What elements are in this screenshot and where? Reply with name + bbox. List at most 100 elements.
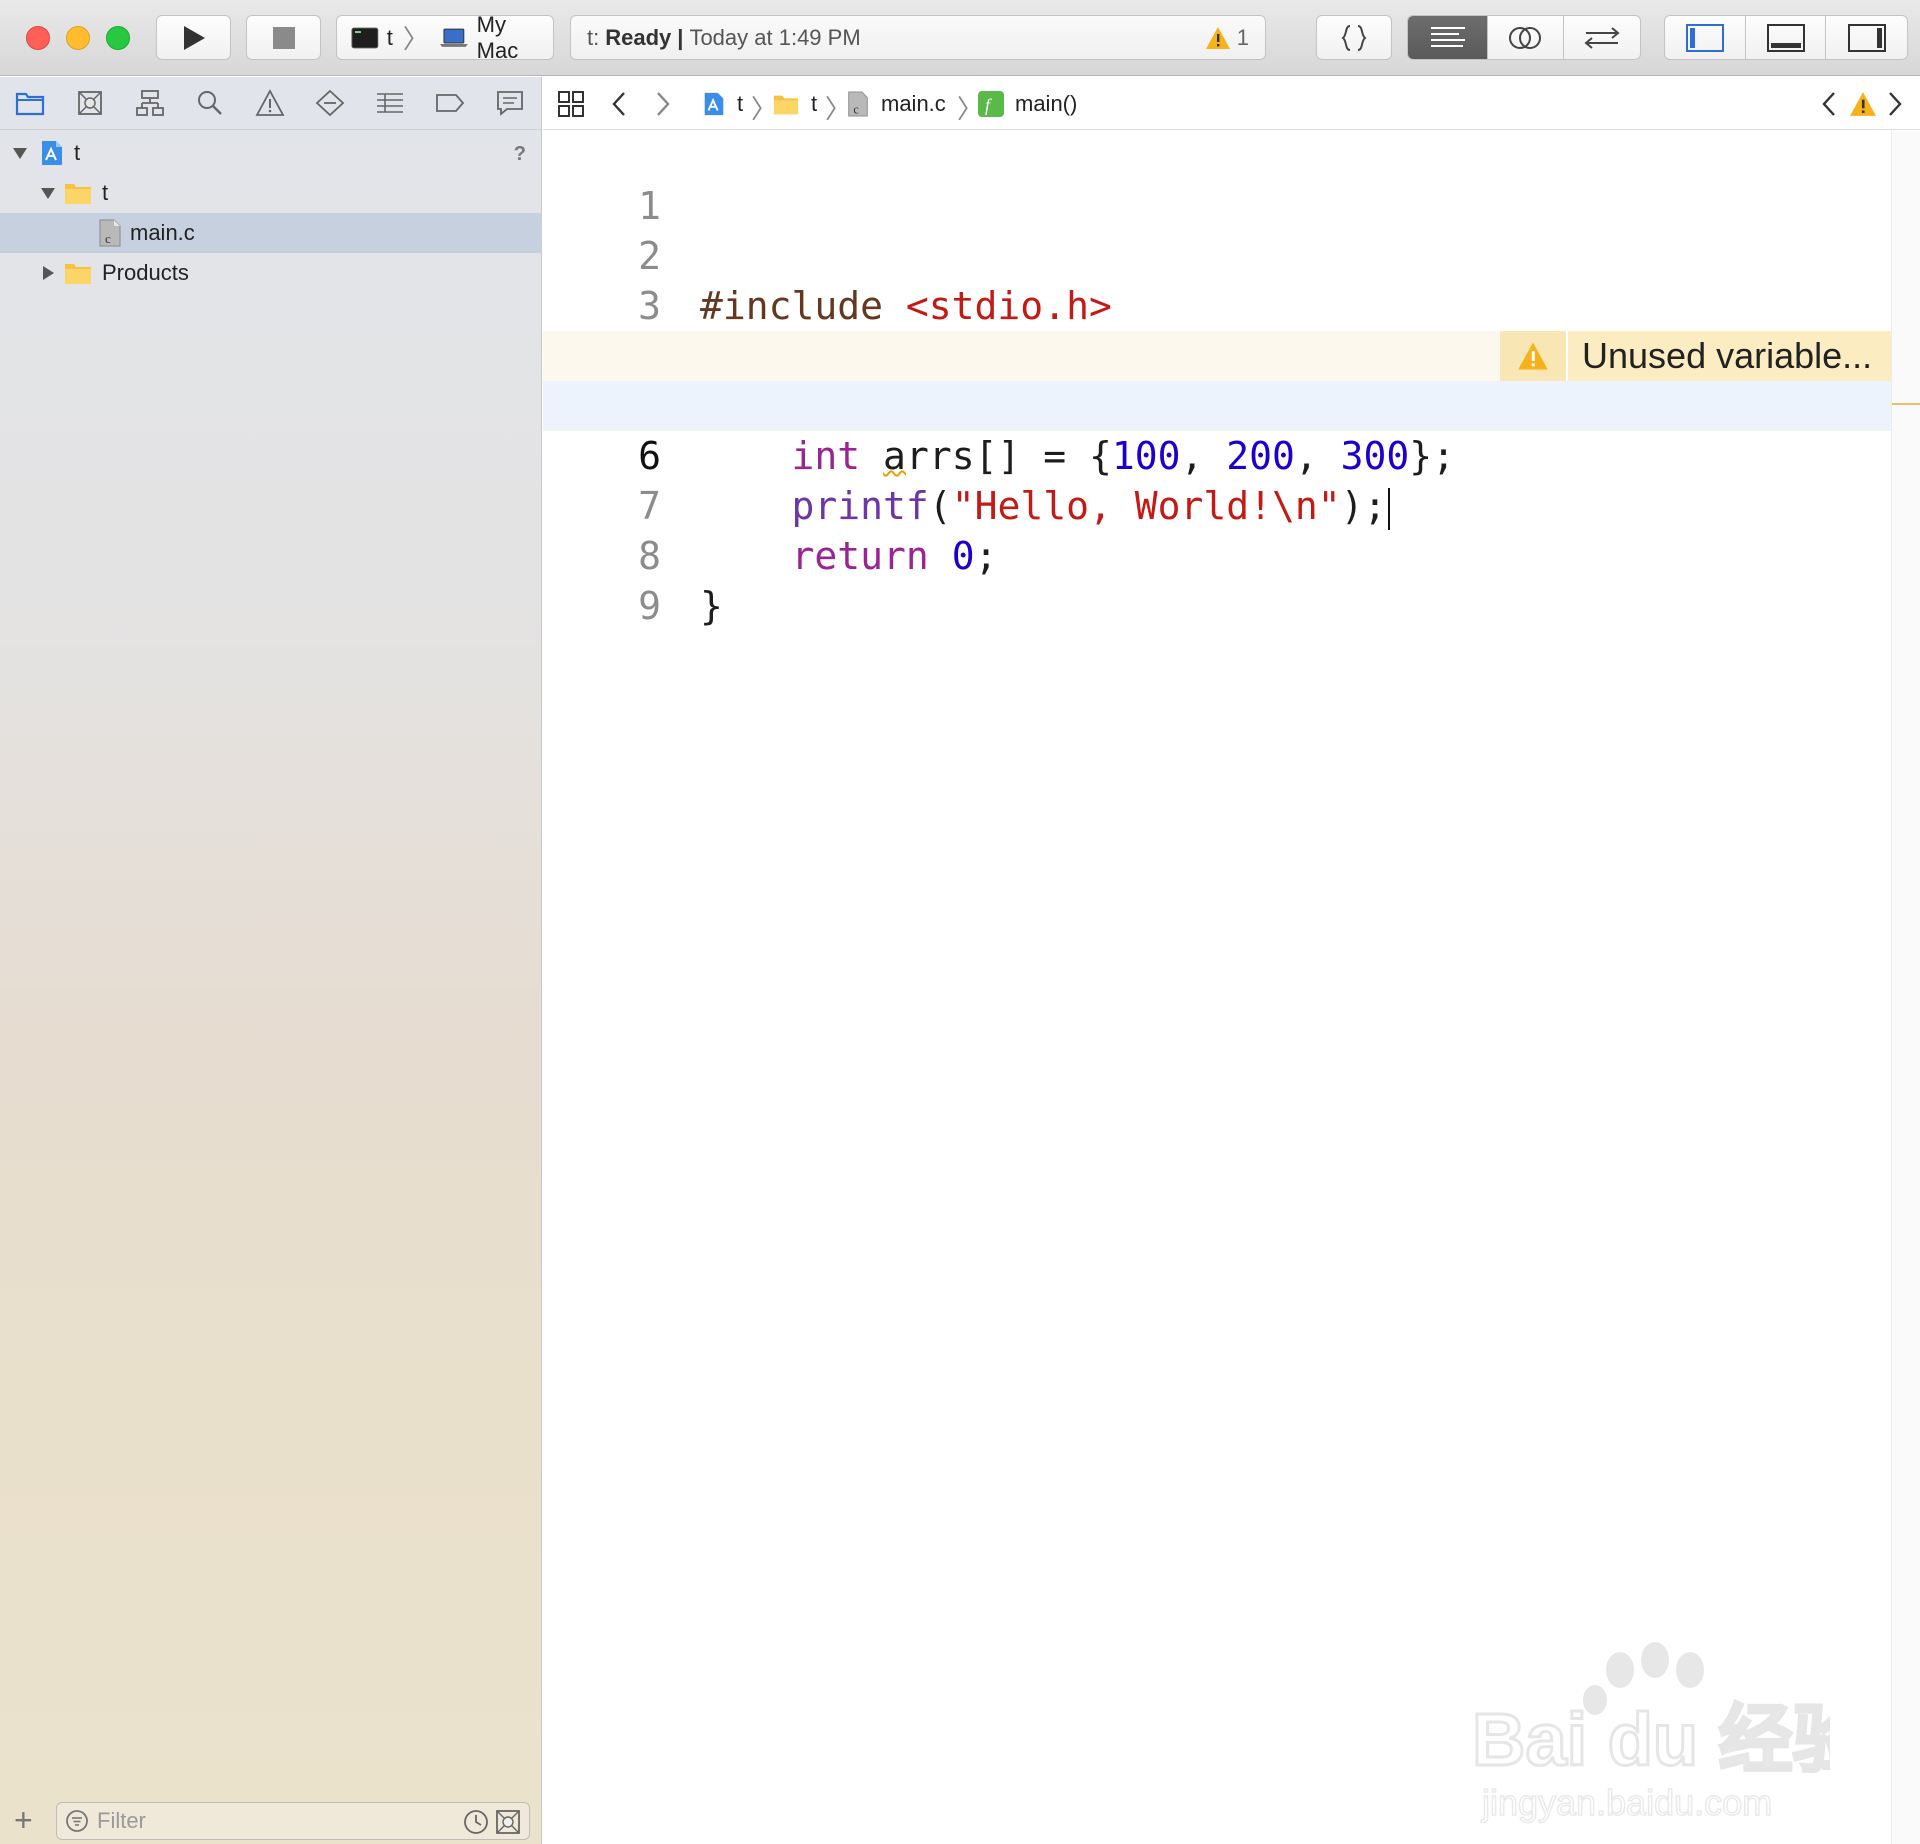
scheme-target: t [386,24,393,50]
braces-icon [1317,16,1391,59]
breadcrumb-file[interactable]: c main.c [845,77,946,130]
breadcrumb-folder[interactable]: t [771,77,817,130]
tab-test-navigator[interactable] [300,77,360,130]
activity-status: Ready [605,24,672,50]
stop-button[interactable] [246,15,321,60]
navigator-filter-bar: + [0,1796,542,1844]
warning-icon [1518,342,1548,370]
code-line: 1 [543,131,1891,228]
tree-item-label: t [74,140,81,165]
source-control-icon [78,91,102,115]
scheme-separator: 〉 [402,24,429,54]
minimize-window-button[interactable] [66,26,90,50]
jump-bar: t 〉 t 〉 c main.c 〉 f main() [543,77,1920,130]
tab-issue-navigator[interactable] [240,77,300,130]
tree-item-project[interactable]: t ? [0,133,542,173]
chevron-right-icon [1889,91,1902,116]
code-line: 4 int main() { [543,281,1891,428]
disclosure-collapsed-icon[interactable] [40,265,56,281]
help-icon[interactable]: ? [514,143,526,166]
tree-item-folder[interactable]: t [0,173,542,213]
tree-item-label: main.c [130,220,195,245]
laptop-icon [439,28,468,47]
code-line: 8 } [543,481,1891,628]
breadcrumb-project[interactable]: t [701,77,743,130]
standard-editor-button[interactable] [1408,16,1488,59]
navigator-tab-bar [0,77,542,130]
breadcrumb-label: t [811,90,818,116]
svg-text:c: c [105,231,111,246]
assistant-editor-button[interactable] [1487,16,1562,59]
filter-field[interactable] [56,1802,530,1840]
right-panel-icon [1847,23,1886,52]
source-control-filter-icon[interactable] [495,1809,521,1835]
issue-indicator[interactable] [1849,77,1877,130]
project-icon [704,92,724,115]
disclosure-expanded-icon[interactable] [12,145,28,161]
tree-item-file[interactable]: c main.c [0,213,542,253]
chevron-right-icon [657,91,670,116]
activity-warning-count[interactable]: 1 [1205,25,1249,51]
activity-viewer[interactable]: t: Ready | Today at 1:49 PM 1 [570,15,1266,60]
breadcrumb-function[interactable]: f main() [977,77,1077,130]
recent-files-icon[interactable] [463,1809,489,1835]
code-line: 2 #include <stdio.h> [543,181,1891,328]
c-file-icon: c [848,90,868,117]
panel-toggle-group [1664,15,1908,60]
back-button[interactable] [609,77,629,130]
filter-input[interactable] [97,1808,437,1834]
report-icon [497,91,523,116]
add-button[interactable]: + [14,1804,33,1836]
tab-project-navigator[interactable] [0,77,60,130]
code-line: 9 [543,531,1891,628]
lines-icon [1430,26,1465,47]
tab-breakpoint-navigator[interactable] [420,77,480,130]
test-icon [315,89,345,117]
issue-banner[interactable]: Unused variable... [1500,331,1891,381]
symbol-icon [136,90,164,116]
tree-item-folder[interactable]: Products [0,253,542,293]
breadcrumb-label: main() [1015,90,1078,116]
version-editor-button[interactable] [1562,16,1640,59]
related-items-button[interactable] [557,77,585,130]
chevron-left-icon [612,91,625,116]
left-panel-icon [1686,23,1724,52]
warning-count: 1 [1236,24,1249,50]
navigator-toggle-button[interactable] [1665,16,1745,59]
editor-scroll-gutter[interactable] [1891,131,1920,1844]
baidu-watermark: Bai du 经验 jingyan.baidu.com [1471,1642,1830,1824]
previous-issue-button[interactable] [1819,77,1839,130]
tab-source-control[interactable] [60,77,120,130]
issue-message: Unused variable... [1568,331,1891,381]
grid-icon [558,90,584,117]
source-editor[interactable]: 1 2 #include <stdio.h> 3 4 int main() { … [543,131,1891,1844]
library-button[interactable] [1316,15,1392,60]
disclosure-expanded-icon[interactable] [40,185,56,201]
venn-icon [1509,26,1542,49]
close-window-button[interactable] [26,26,50,50]
terminal-icon [351,27,379,48]
arrows-icon [1584,26,1620,49]
watermark-url: jingyan.baidu.com [1481,1782,1772,1823]
filter-options [463,1809,521,1835]
scheme-selector[interactable]: t 〉 My Mac [336,12,554,63]
zoom-window-button[interactable] [106,26,130,50]
tab-debug-navigator[interactable] [360,77,420,130]
tab-report-navigator[interactable] [480,77,540,130]
warning-icon [1850,91,1876,116]
warning-icon [1205,26,1230,49]
tab-find-navigator[interactable] [180,77,240,130]
debug-area-toggle-button[interactable] [1745,16,1825,59]
toolbar: t 〉 My Mac t: Ready | Today at 1:49 PM 1 [0,0,1920,76]
next-issue-button[interactable] [1885,77,1905,130]
breadcrumb-label: t [737,90,744,116]
tab-symbol-navigator[interactable] [120,77,180,130]
run-button[interactable] [156,15,231,60]
stop-icon [272,26,295,49]
forward-button[interactable] [653,77,673,130]
folder-icon [773,95,799,114]
code-line-current: 6 printf("Hello, World!\n"); [543,381,1891,530]
inspector-toggle-button[interactable] [1825,16,1907,59]
code-line: 3 [543,231,1891,328]
warning-marker[interactable] [1892,403,1920,405]
